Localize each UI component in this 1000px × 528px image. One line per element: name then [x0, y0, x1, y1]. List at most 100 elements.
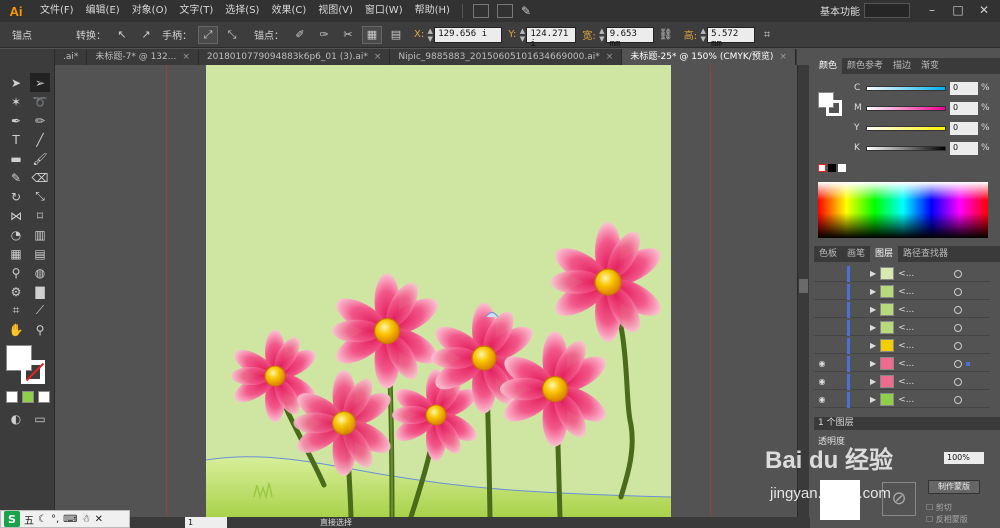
sogou-icon[interactable]: S	[4, 511, 20, 527]
yellow-slider[interactable]: Y 0 %	[854, 120, 1000, 136]
magenta-track[interactable]	[866, 105, 946, 111]
close-icon[interactable]: ×	[779, 52, 787, 62]
tab-color[interactable]: 颜色	[814, 58, 843, 74]
target-icon[interactable]	[954, 341, 963, 350]
lasso-tool-icon[interactable]: ➰	[30, 92, 50, 111]
expand-arrow-icon[interactable]: ▶	[870, 377, 876, 386]
target-icon[interactable]	[954, 287, 963, 296]
layer-row[interactable]: ▶ <...	[814, 319, 990, 336]
artwork[interactable]	[205, 65, 672, 517]
magenta-value[interactable]: 0	[950, 101, 978, 115]
scale-tool-icon[interactable]: ⤡	[30, 187, 50, 206]
menu-type[interactable]: 文字(T)	[173, 0, 219, 22]
moon-icon[interactable]: ☾	[38, 514, 47, 525]
transform-icon[interactable]: ⌗	[757, 26, 777, 44]
eraser-tool-icon[interactable]: ⌫	[30, 168, 50, 187]
make-mask-button[interactable]: 制作蒙版	[928, 480, 980, 494]
ime-toolbar[interactable]: S 五 ☾ °, ⌨ ☃ ✕	[0, 510, 130, 528]
invert-mask-checkbox[interactable]: ☐ 反相蒙版	[926, 514, 968, 525]
tab-stroke[interactable]: 描边	[888, 58, 916, 74]
shape-builder-tool-icon[interactable]: ◔	[6, 225, 26, 244]
tab-doc-active[interactable]: 未标题-25* @ 150% (CMYK/预览) ×	[622, 49, 796, 65]
layer-name[interactable]: <...	[898, 305, 948, 315]
expand-arrow-icon[interactable]: ▶	[870, 341, 876, 350]
cut-path-icon[interactable]: ✂	[338, 26, 358, 44]
rectangle-tool-icon[interactable]: ▬	[6, 149, 26, 168]
tab-doc-4[interactable]: Nipic_9885883_20150605101634669000.ai* ×	[390, 49, 623, 65]
eye-icon[interactable]: ◉	[814, 359, 830, 368]
layer-name[interactable]: <...	[898, 341, 948, 351]
target-icon[interactable]	[954, 323, 963, 332]
tab-doc-1[interactable]: .ai*	[55, 49, 88, 65]
tab-doc-2[interactable]: 未标题-7* @ 132... ×	[87, 49, 199, 65]
expand-arrow-icon[interactable]: ▶	[870, 269, 876, 278]
scroll-thumb[interactable]	[799, 279, 808, 293]
target-icon[interactable]	[954, 395, 963, 404]
page-number-field[interactable]: 1	[185, 517, 227, 528]
link-constrain-icon[interactable]: ⛓	[656, 26, 676, 44]
workspace-switcher[interactable]: 基本功能	[820, 3, 860, 18]
layer-row[interactable]: ◉ ▶ <...	[814, 355, 990, 372]
mesh-tool-icon[interactable]: ▦	[6, 244, 26, 263]
expand-arrow-icon[interactable]: ▶	[870, 359, 876, 368]
layer-name[interactable]: <...	[898, 287, 948, 297]
settings-icon[interactable]: ✕	[95, 514, 103, 525]
blend-tool-icon[interactable]: ◍	[30, 263, 50, 282]
black-track[interactable]	[866, 145, 946, 151]
gradient-tool-icon[interactable]: ▤	[30, 244, 50, 263]
selection-tool-icon[interactable]: ➤	[6, 73, 26, 92]
menu-select[interactable]: 选择(S)	[219, 0, 265, 22]
maximize-icon[interactable]: □	[946, 0, 970, 20]
yellow-value[interactable]: 0	[950, 121, 978, 135]
curvature-tool-icon[interactable]: ✏	[30, 111, 50, 130]
search-input[interactable]	[864, 3, 910, 18]
menu-edit[interactable]: 编辑(E)	[80, 0, 126, 22]
opacity-field[interactable]: 100%	[944, 452, 984, 464]
close-icon[interactable]: ✕	[972, 0, 996, 20]
layer-name[interactable]: <...	[898, 359, 948, 369]
layer-row[interactable]: ▶ <...	[814, 337, 990, 354]
arrange-documents-icon[interactable]	[496, 4, 513, 18]
layer-row[interactable]: ▶ <...	[814, 265, 990, 282]
eyedropper-tool-icon[interactable]: ⚲	[6, 263, 26, 282]
punctuation-icon[interactable]: °,	[51, 514, 59, 525]
screen-mode-icon[interactable]: ▭	[30, 409, 50, 428]
align-icon[interactable]: ▤	[386, 26, 406, 44]
layer-row[interactable]: ▶ <...	[814, 283, 990, 300]
x-field[interactable]: 129.656 i	[434, 26, 503, 43]
tab-pathfinder[interactable]: 路径查找器	[898, 246, 953, 262]
menu-window[interactable]: 窗口(W)	[359, 0, 409, 22]
expand-arrow-icon[interactable]: ▶	[870, 305, 876, 314]
remove-anchor-icon[interactable]: ✐	[290, 26, 310, 44]
width-field[interactable]: 9.653 mm	[605, 26, 654, 49]
target-icon[interactable]	[954, 305, 963, 314]
color-mode-icon[interactable]	[6, 391, 18, 403]
zoom-tool-icon[interactable]: ⚲	[30, 320, 50, 339]
cyan-value[interactable]: 0	[950, 81, 978, 95]
white-swatch[interactable]	[838, 164, 846, 172]
black-slider[interactable]: K 0 %	[854, 140, 1000, 156]
line-tool-icon[interactable]: ╱	[30, 130, 50, 149]
layer-name[interactable]: <...	[898, 377, 948, 387]
width-tool-icon[interactable]: ⋈	[6, 206, 26, 225]
convert-smooth-icon[interactable]: ↗	[136, 26, 156, 44]
artboard-tool-icon[interactable]: ⌗	[6, 301, 26, 320]
tab-gradient[interactable]: 渐变	[916, 58, 944, 74]
tab-brushes[interactable]: 画笔	[842, 246, 870, 262]
paintbrush-tool-icon[interactable]: 🖌	[30, 149, 50, 168]
hand-tool-icon[interactable]: ✋	[6, 320, 26, 339]
none-swatch[interactable]	[818, 164, 826, 172]
drawing-mode-icon[interactable]: ◐	[6, 409, 26, 428]
close-icon[interactable]: ×	[374, 52, 382, 62]
fill-stroke-swatches[interactable]	[6, 345, 48, 387]
target-icon[interactable]	[954, 269, 963, 278]
none-mode-icon[interactable]	[38, 391, 50, 403]
magenta-slider[interactable]: M 0 %	[854, 100, 1000, 116]
expand-arrow-icon[interactable]: ▶	[870, 323, 876, 332]
tab-swatches[interactable]: 色板	[814, 246, 842, 262]
y-spinner[interactable]: ▲ ▼	[518, 27, 526, 43]
direct-selection-tool-icon[interactable]: ➢	[30, 73, 50, 92]
expand-arrow-icon[interactable]: ▶	[870, 395, 876, 404]
target-icon[interactable]	[954, 359, 963, 368]
expand-arrow-icon[interactable]: ▶	[870, 287, 876, 296]
